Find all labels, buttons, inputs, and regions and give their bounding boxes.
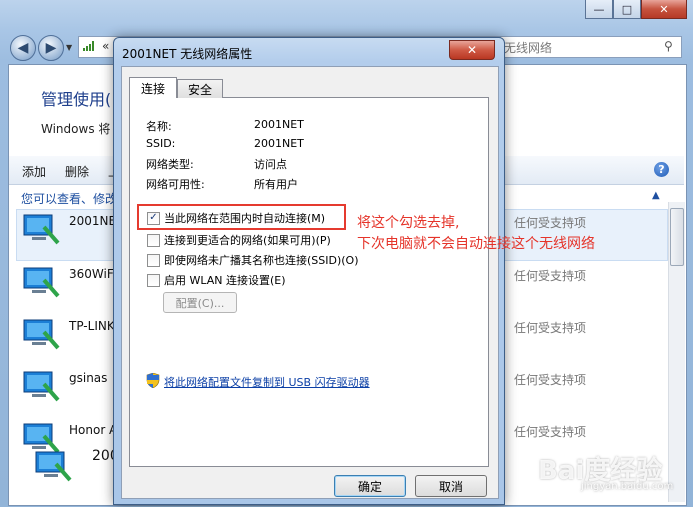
wireless-network-icon [35,451,72,482]
wlan-settings-checkbox[interactable] [147,273,160,287]
watermark-url: jingyan.baidu.com [581,481,674,492]
prop-value: 2001NET [254,137,304,150]
dialog-title: 2001NET 无线网络属性 [122,47,253,61]
prop-value: 访问点 [254,158,287,171]
network-name: TP-LINK [69,319,115,333]
address-text: « [102,39,110,53]
remove-button[interactable]: 删除 [65,163,89,180]
network-name: Honor A [69,423,118,437]
help-icon[interactable]: ? [654,162,669,177]
ok-button[interactable]: 确定 [334,475,406,497]
prop-label: 网络可用性: [146,178,205,191]
forward-icon[interactable]: ▶ [38,35,64,61]
minimize-button[interactable]: — [585,0,613,19]
prop-label: 名称: [146,120,172,133]
highlight-box [137,204,346,230]
hint-text: 您可以查看、修改 [21,192,118,206]
scroll-thumb[interactable] [670,208,684,266]
prop-value: 所有用户 [254,178,298,191]
annotation-line-2: 下次电脑就不会自动连接这个无线网络 [357,236,595,252]
chevron-up-icon[interactable]: ▲ [652,190,660,201]
network-name: 360WiFi [69,267,117,281]
better-network-checkbox[interactable] [147,233,160,247]
network-name: 2001NE [69,214,117,228]
close-icon[interactable]: ✕ [449,40,495,60]
wireless-network-icon [23,267,60,298]
add-button[interactable]: 添加 [22,163,46,180]
cancel-button[interactable]: 取消 [415,475,487,497]
network-status: 任何受支持项 [514,269,587,283]
network-status: 任何受支持项 [514,373,587,387]
prop-value: 2001NET [254,118,304,131]
hidden-ssid-option[interactable]: 即使网络未广播其名称也连接(SSID)(O) [147,252,359,268]
option-label: 启用 WLAN 连接设置(E) [164,274,286,287]
window-controls: — □ ✕ [585,0,687,20]
configure-button[interactable]: 配置(C)... [163,292,237,313]
network-status: 任何受支持项 [514,321,587,335]
maximize-button[interactable]: □ [613,0,641,19]
chevron-down-icon[interactable]: ▼ [66,43,72,52]
window-close-button[interactable]: ✕ [641,0,687,19]
wireless-network-icon [23,214,60,245]
tab-connection[interactable]: 连接 [129,77,177,98]
shield-icon [146,373,160,388]
search-placeholder: 无线网络 [504,41,553,55]
wlan-settings-option[interactable]: 启用 WLAN 连接设置(E) [147,272,286,288]
prop-label: SSID: [146,137,176,150]
wireless-network-icon [23,319,60,350]
option-label: 连接到更适合的网络(如果可用)(P) [164,234,331,247]
page-title: 管理使用( [41,90,112,109]
network-status: 任何受支持项 [514,425,587,439]
back-icon[interactable]: ◀ [10,35,36,61]
search-icon[interactable]: ⚲ [664,39,673,53]
copy-profile-link[interactable]: 将此网络配置文件复制到 USB 闪存驱动器 [164,374,370,390]
wireless-network-icon [23,371,60,402]
better-network-option[interactable]: 连接到更适合的网络(如果可用)(P) [147,232,331,248]
signal-icon [83,41,94,51]
tab-security[interactable]: 安全 [177,79,223,98]
hidden-ssid-checkbox[interactable] [147,253,160,267]
prop-label: 网络类型: [146,158,194,171]
page-subtitle: Windows 将 [41,122,111,136]
network-name: gsinas [69,371,108,385]
network-status: 任何受支持项 [514,216,587,230]
annotation-line-1: 将这个勾选去掉, [357,215,460,231]
option-label: 即使网络未广播其名称也连接(SSID)(O) [164,254,359,267]
